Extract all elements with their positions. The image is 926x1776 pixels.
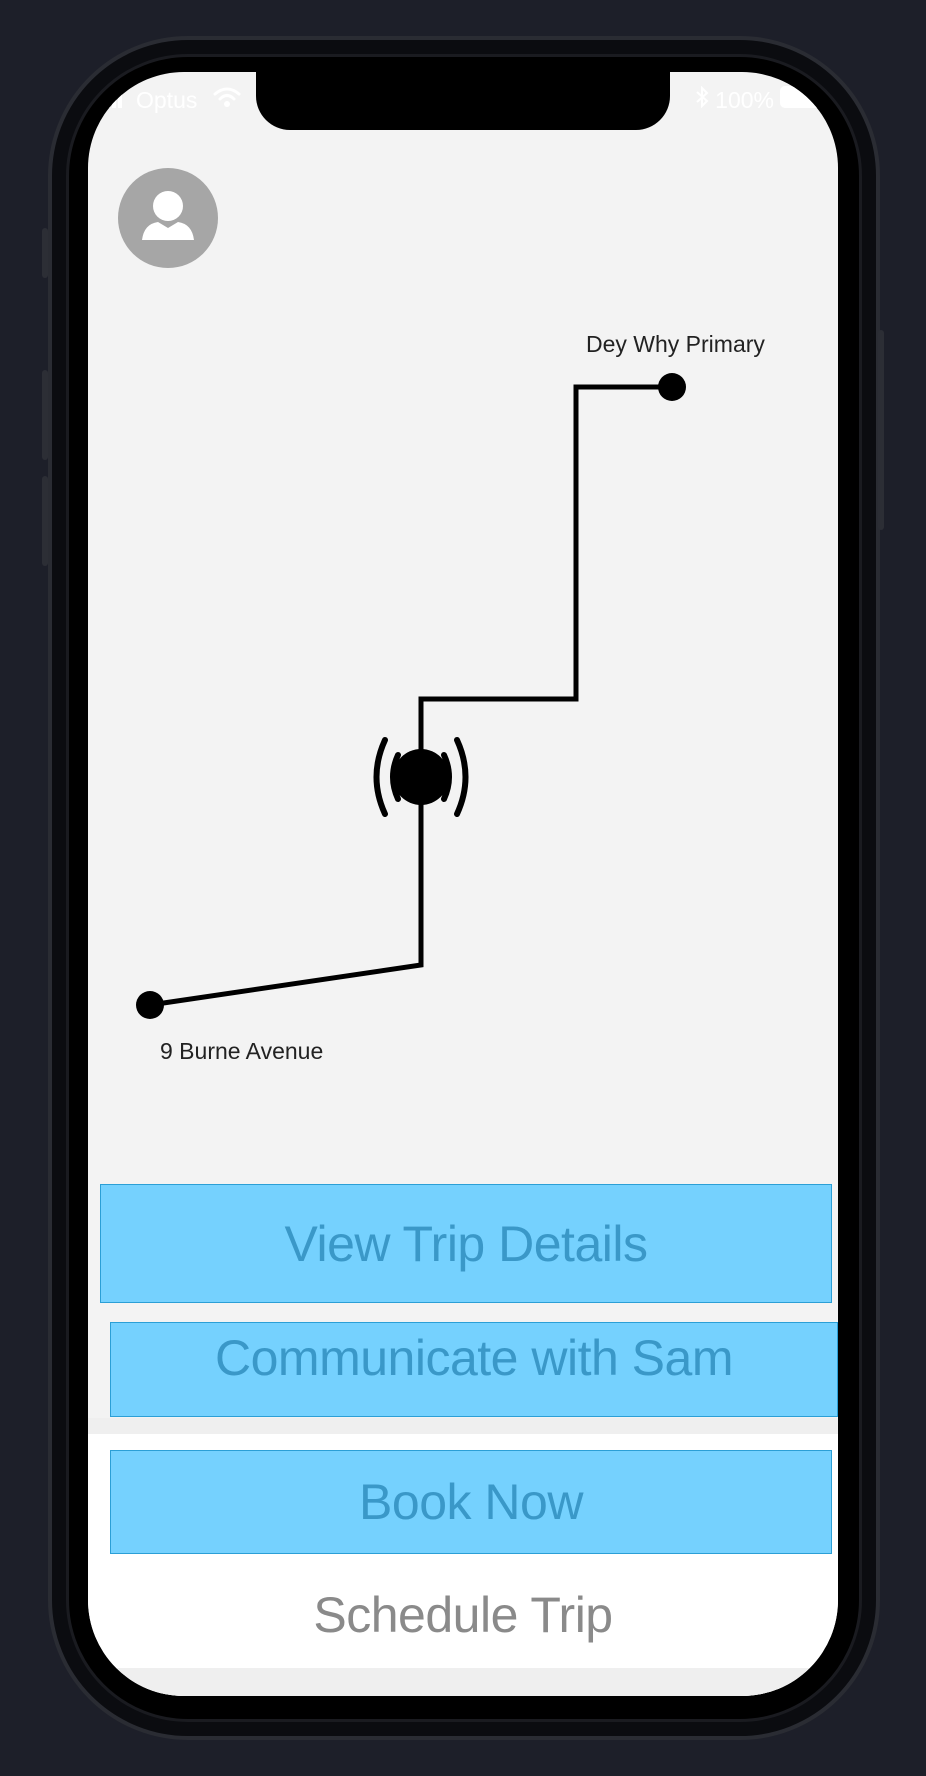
bottom-divider xyxy=(88,1668,838,1696)
destination-label: Dey Why Primary xyxy=(586,331,765,357)
communicate-button[interactable]: Communicate with Sam xyxy=(110,1322,838,1417)
view-trip-details-button[interactable]: View Trip Details xyxy=(100,1184,832,1303)
volume-up-button xyxy=(42,370,48,460)
divider xyxy=(88,1418,838,1434)
route-line xyxy=(149,384,672,1008)
volume-down-button xyxy=(42,476,48,566)
destination-marker xyxy=(658,373,686,401)
origin-label: 9 Burne Avenue xyxy=(160,1038,324,1064)
origin-marker xyxy=(136,991,164,1019)
power-button xyxy=(878,330,884,530)
communicate-label: Communicate with Sam xyxy=(215,1330,733,1386)
schedule-trip-button[interactable]: Schedule Trip xyxy=(88,1586,838,1644)
book-now-label: Book Now xyxy=(359,1474,583,1530)
book-now-button[interactable]: Book Now xyxy=(110,1450,832,1554)
app-screen: Optus 100% Dey Why Primary 9 Burne Avenu… xyxy=(88,72,838,1696)
view-trip-details-label: View Trip Details xyxy=(284,1215,648,1272)
route-map xyxy=(136,373,686,1019)
silent-switch xyxy=(42,228,48,278)
vehicle-broadcast-icon xyxy=(373,737,469,817)
